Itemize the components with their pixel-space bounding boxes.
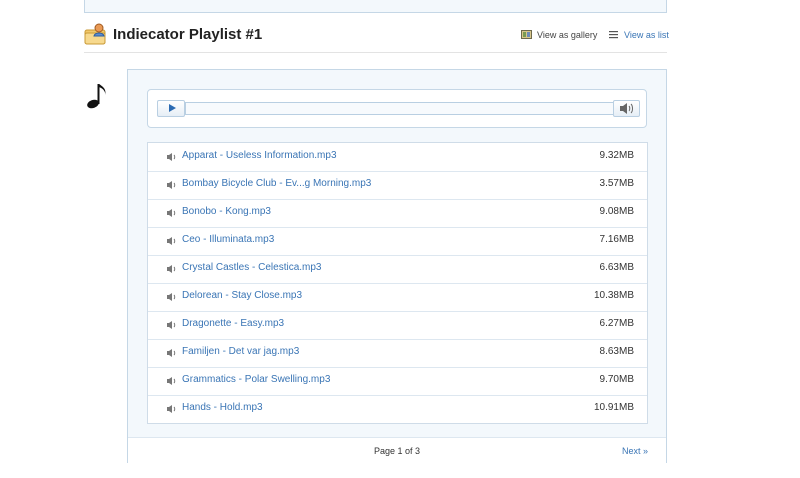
view-as-list-link[interactable]: View as list: [608, 29, 669, 41]
track-row[interactable]: Ceo - Illuminata.mp3 7.16MB: [148, 227, 647, 256]
track-name[interactable]: Bonobo - Kong.mp3: [182, 206, 271, 217]
audio-file-icon: [167, 265, 176, 273]
playlist-folder-icon: [84, 23, 106, 45]
track-name[interactable]: Hands - Hold.mp3: [182, 402, 263, 413]
track-size: 6.63MB: [599, 262, 634, 273]
track-size: 9.70MB: [599, 374, 634, 385]
volume-button[interactable]: [613, 100, 640, 117]
track-name[interactable]: Familjen - Det var jag.mp3: [182, 346, 299, 357]
track-row[interactable]: Grammatics - Polar Swelling.mp3 9.70MB: [148, 367, 647, 396]
track-row[interactable]: Crystal Castles - Celestica.mp3 6.63MB: [148, 255, 647, 284]
view-as-gallery-label: View as gallery: [537, 30, 598, 40]
audio-file-icon: [167, 209, 176, 217]
track-size: 10.91MB: [593, 402, 634, 413]
audio-file-icon: [167, 153, 176, 161]
track-size: 9.32MB: [599, 150, 634, 161]
track-size: 3.57MB: [599, 178, 634, 189]
track-list: Apparat - Useless Information.mp3 9.32MB…: [147, 142, 648, 424]
view-as-gallery-link[interactable]: View as gallery: [521, 29, 601, 41]
view-as-list-label: View as list: [624, 30, 669, 40]
volume-icon: [620, 103, 633, 114]
gallery-view-icon: [521, 30, 532, 39]
track-name[interactable]: Delorean - Stay Close.mp3: [182, 290, 302, 301]
list-view-icon: [609, 31, 618, 39]
track-name[interactable]: Apparat - Useless Information.mp3: [182, 150, 337, 161]
audio-file-icon: [167, 181, 176, 189]
play-button[interactable]: [157, 100, 185, 117]
track-name[interactable]: Bombay Bicycle Club - Ev...g Morning.mp3: [182, 178, 371, 189]
track-row[interactable]: Delorean - Stay Close.mp3 10.38MB: [148, 283, 647, 312]
track-size: 7.16MB: [599, 234, 634, 245]
track-name[interactable]: Ceo - Illuminata.mp3: [182, 234, 274, 245]
audio-file-icon: [167, 349, 176, 357]
page-indicator: Page 1 of 3: [373, 446, 421, 456]
track-row[interactable]: Bombay Bicycle Club - Ev...g Morning.mp3…: [148, 171, 647, 200]
audio-file-icon: [167, 293, 176, 301]
music-note-icon: [87, 84, 106, 109]
track-row[interactable]: Hands - Hold.mp3 10.91MB: [148, 395, 647, 423]
next-page-link[interactable]: Next »: [622, 446, 648, 456]
audio-file-icon: [167, 237, 176, 245]
audio-file-icon: [167, 377, 176, 385]
track-row[interactable]: Apparat - Useless Information.mp3 9.32MB: [148, 143, 647, 172]
track-row[interactable]: Familjen - Det var jag.mp3 8.63MB: [148, 339, 647, 368]
track-name[interactable]: Grammatics - Polar Swelling.mp3: [182, 374, 330, 385]
top-content-box: [84, 0, 667, 13]
audio-player: [147, 89, 647, 128]
audio-file-icon: [167, 405, 176, 413]
music-player-panel: Apparat - Useless Information.mp3 9.32MB…: [127, 69, 667, 463]
track-name[interactable]: Dragonette - Easy.mp3: [182, 318, 284, 329]
track-size: 6.27MB: [599, 318, 634, 329]
playlist-header: Indiecator Playlist #1 View as gallery V…: [84, 20, 669, 53]
track-size: 10.38MB: [593, 290, 634, 301]
page-title: Indiecator Playlist #1: [113, 26, 263, 43]
audio-file-icon: [167, 321, 176, 329]
progress-scrubber[interactable]: [185, 102, 614, 115]
track-size: 8.63MB: [599, 346, 634, 357]
track-size: 9.08MB: [599, 206, 634, 217]
pagination: Page 1 of 3 Next »: [128, 437, 666, 463]
track-row[interactable]: Dragonette - Easy.mp3 6.27MB: [148, 311, 647, 340]
track-row[interactable]: Bonobo - Kong.mp3 9.08MB: [148, 199, 647, 228]
track-name[interactable]: Crystal Castles - Celestica.mp3: [182, 262, 321, 273]
